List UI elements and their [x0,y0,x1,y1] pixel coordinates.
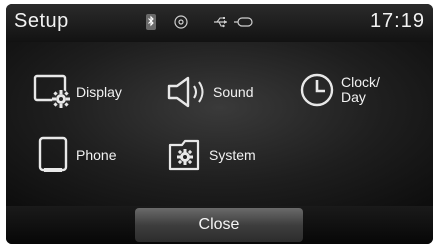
system-icon [168,139,200,171]
system-menu-item[interactable]: System [168,139,256,171]
phone-icon [38,136,68,172]
usb-icon [214,17,227,28]
clock-day-label: Clock/ Day [341,75,380,105]
close-button[interactable]: Close [135,208,303,242]
clock-display: 17:19 [369,10,425,32]
disc-icon [174,15,188,29]
sound-label: Sound [213,83,254,100]
phone-menu-item[interactable]: Phone [38,136,116,174]
bluetooth-icon [146,14,156,30]
clock-day-label-line1: Clock/ [341,74,380,90]
display-menu-item[interactable]: Display [33,74,122,110]
clock-day-menu-item[interactable]: Clock/ Day [299,72,380,108]
display-icon [33,74,70,108]
phone-label: Phone [76,146,117,163]
clock-day-label-line2: Day [341,89,366,105]
status-bar: Setup 17:19 [6,4,433,42]
page-title: Setup [14,10,69,32]
aux-icon [234,17,253,27]
sound-icon [167,76,204,108]
system-label: System [209,146,256,163]
clock-icon [300,73,334,107]
setup-menu: Display Sound Clock/ Day Phone System [6,42,433,206]
display-label: Display [76,83,122,100]
sound-menu-item[interactable]: Sound [166,75,253,109]
